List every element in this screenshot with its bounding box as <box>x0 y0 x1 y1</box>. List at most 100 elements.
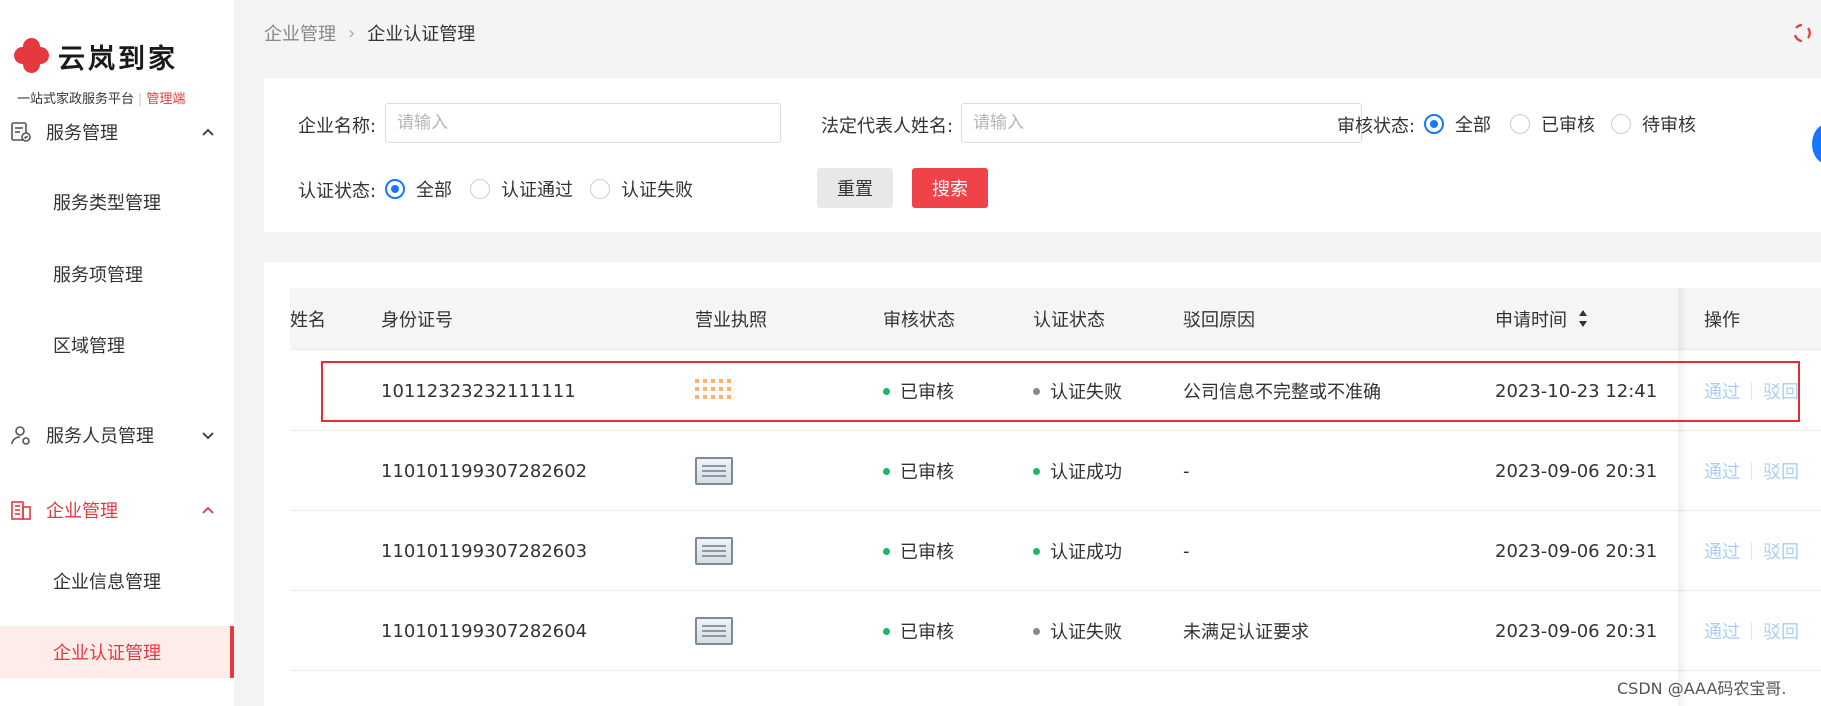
cell-apply-time: 2023-09-06 20:31 <box>1495 620 1658 642</box>
cell-cert-status: 认证成功 <box>1033 431 1122 511</box>
reject-link[interactable]: 驳回 <box>1763 538 1799 564</box>
service-doc-icon <box>8 119 34 145</box>
logo-subtitle: 一站式家政服务平台 | 管理端 <box>17 92 186 107</box>
reject-link[interactable]: 驳回 <box>1763 378 1799 404</box>
cell-license[interactable] <box>695 431 733 511</box>
cell-audit-status: 已审核 <box>883 511 954 591</box>
license-thumbnail[interactable] <box>695 377 733 405</box>
approve-link[interactable]: 通过 <box>1704 458 1740 484</box>
cell-apply-time: 2023-10-23 12:41 <box>1495 380 1658 402</box>
status-dot <box>1033 467 1040 475</box>
col-reject-reason: 驳回原因 <box>1183 310 1255 331</box>
cell-cert-status: 认证成功 <box>1033 511 1122 591</box>
status-dot <box>1033 627 1040 635</box>
sidebar-item-service-type[interactable]: 服务类型管理 <box>0 176 234 228</box>
cert-status-label: 认证状态: <box>298 181 377 202</box>
reject-link[interactable]: 驳回 <box>1763 618 1799 644</box>
fixed-column-shadow <box>1678 288 1688 706</box>
approve-link[interactable]: 通过 <box>1704 378 1740 404</box>
logo: 云岚到家 <box>10 34 178 77</box>
license-thumbnail[interactable] <box>695 457 733 485</box>
sort-icon[interactable] <box>1577 308 1589 330</box>
cell-id-number: 110101199307282603 <box>381 540 588 562</box>
sidebar-item-enterprise-info[interactable]: 企业信息管理 <box>0 555 234 607</box>
col-license: 营业执照 <box>695 310 767 331</box>
cert-radio-passed[interactable]: 认证通过 <box>470 176 573 202</box>
table-row: 10112323232111111 已审核 认证失败 公司信息不完整或不准确 2… <box>290 351 1821 431</box>
cert-radio-failed[interactable]: 认证失败 <box>590 176 693 202</box>
reject-link[interactable]: 驳回 <box>1763 458 1799 484</box>
sidebar-item-enterprise-cert[interactable]: 企业认证管理 <box>0 626 234 678</box>
chevron-down-icon <box>198 425 218 445</box>
cell-cert-status: 认证失败 <box>1033 351 1122 431</box>
audit-radio-all[interactable]: 全部 <box>1424 111 1491 137</box>
table-row: 110101199307282603 已审核 认证成功 - 2023-09-06… <box>290 511 1821 591</box>
filter-panel: 企业名称: 法定代表人姓名: 审核状态: 全部 已审核 待审核 认证状态: 全部… <box>264 78 1821 232</box>
cell-license[interactable] <box>695 591 733 671</box>
sidebar-item-region[interactable]: 区域管理 <box>0 319 234 371</box>
breadcrumb-parent[interactable]: 企业管理 <box>264 20 336 46</box>
status-dot <box>883 467 890 475</box>
cell-reject-reason: 公司信息不完整或不准确 <box>1183 382 1381 403</box>
watermark: CSDN @AAA码农宝哥. <box>1617 679 1787 698</box>
table-row: 110101199307282602 已审核 认证成功 - 2023-09-06… <box>290 431 1821 511</box>
cell-reject-reason: - <box>1183 460 1190 482</box>
status-dot <box>1033 547 1040 555</box>
status-dot <box>883 547 890 555</box>
license-thumbnail[interactable] <box>695 537 733 565</box>
cell-actions: 通过 驳回 <box>1704 431 1799 511</box>
col-id-number: 身份证号 <box>381 310 453 331</box>
cell-reject-reason: - <box>1183 540 1190 562</box>
company-name-input[interactable] <box>385 103 781 143</box>
cell-license[interactable] <box>695 511 733 591</box>
cell-actions: 通过 驳回 <box>1704 351 1799 431</box>
cell-reject-reason: 未满足认证要求 <box>1183 622 1309 643</box>
menu-group-service-management[interactable]: 服务管理 <box>0 112 234 152</box>
approve-link[interactable]: 通过 <box>1704 618 1740 644</box>
sidebar: 云岚到家 一站式家政服务平台 | 管理端 服务管理 服务类型管理 服务项管理 区域管… <box>0 0 234 706</box>
cell-actions: 通过 驳回 <box>1704 511 1799 591</box>
cell-id-number: 110101199307282604 <box>381 620 588 642</box>
cell-apply-time: 2023-09-06 20:31 <box>1495 540 1658 562</box>
col-audit-status: 审核状态 <box>883 310 955 331</box>
audit-radio-pending[interactable]: 待审核 <box>1611 111 1696 137</box>
cell-license[interactable] <box>695 351 733 431</box>
status-dot <box>1033 387 1040 395</box>
col-name: 姓名 <box>290 310 326 331</box>
breadcrumb-current: 企业认证管理 <box>367 24 476 45</box>
menu-group-enterprise-management[interactable]: 企业管理 <box>0 490 234 530</box>
search-button[interactable]: 搜索 <box>912 168 988 208</box>
building-icon <box>8 497 34 523</box>
logo-text: 云岚到家 <box>58 43 178 75</box>
cell-cert-status: 认证失败 <box>1033 591 1122 671</box>
cert-radio-all[interactable]: 全部 <box>385 176 452 202</box>
legal-rep-label: 法定代表人姓名: <box>821 116 954 137</box>
cell-apply-time: 2023-09-06 20:31 <box>1495 460 1658 482</box>
sidebar-item-service-item[interactable]: 服务项管理 <box>0 248 234 300</box>
chevron-up-icon <box>198 500 218 520</box>
status-dot <box>883 387 890 395</box>
table-row: 110101199307282604 已审核 认证失败 未满足认证要求 2023… <box>290 591 1821 671</box>
cell-actions: 通过 驳回 <box>1704 591 1799 671</box>
col-cert-status: 认证状态 <box>1033 310 1105 331</box>
legal-rep-input[interactable] <box>961 103 1362 143</box>
col-actions: 操作 <box>1704 310 1740 331</box>
reset-button[interactable]: 重置 <box>817 168 893 208</box>
status-dot <box>883 627 890 635</box>
license-thumbnail[interactable] <box>695 617 733 645</box>
chevron-right-icon: › <box>348 22 356 44</box>
audit-status-label: 审核状态: <box>1337 116 1416 137</box>
cell-id-number: 10112323232111111 <box>381 380 576 402</box>
cell-audit-status: 已审核 <box>883 591 954 671</box>
table-header: 姓名 身份证号 营业执照 审核状态 认证状态 驳回原因 申请时间 操作 <box>290 288 1821 350</box>
refresh-icon[interactable] <box>1791 22 1813 44</box>
audit-radio-reviewed[interactable]: 已审核 <box>1510 111 1595 137</box>
logo-mark-icon <box>10 34 53 77</box>
user-icon <box>8 422 34 448</box>
cell-audit-status: 已审核 <box>883 351 954 431</box>
col-apply-time[interactable]: 申请时间 <box>1495 288 1589 350</box>
approve-link[interactable]: 通过 <box>1704 538 1740 564</box>
menu-group-staff-management[interactable]: 服务人员管理 <box>0 415 234 455</box>
cell-id-number: 110101199307282602 <box>381 460 588 482</box>
enterprise-cert-table: 姓名 身份证号 营业执照 审核状态 认证状态 驳回原因 申请时间 操作 1011… <box>264 262 1821 706</box>
